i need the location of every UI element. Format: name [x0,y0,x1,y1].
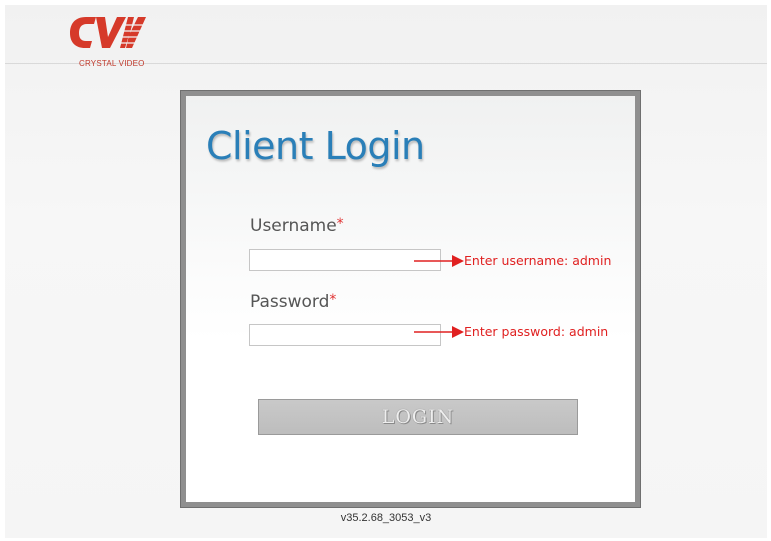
password-input[interactable] [249,324,441,346]
login-panel-frame: Client Login Username* Enter username: a… [180,90,641,508]
login-button[interactable]: LOGIN [258,399,578,435]
password-hint: Enter password: admin [464,324,609,339]
username-input[interactable] [249,249,441,271]
password-label: Password* [250,292,336,312]
username-label-text: Username [250,216,337,236]
header: CRYSTAL VIDEO [5,5,767,68]
logo-caption: CRYSTAL VIDEO [79,59,145,68]
login-panel: Client Login Username* Enter username: a… [186,96,635,502]
password-arrow-icon [414,326,464,338]
version-label: v35.2.68_3053_v3 [340,512,432,524]
password-label-text: Password [250,292,330,312]
cvw-logo-icon [70,17,146,48]
page: CRYSTAL VIDEO Client Login Username* Ent… [5,5,767,538]
username-label: Username* [250,216,344,236]
required-mark: * [329,292,337,308]
brand-logo: CRYSTAL VIDEO [68,13,168,68]
username-hint: Enter username: admin [464,253,612,268]
username-arrow-icon [414,255,464,267]
required-mark: * [336,216,344,232]
page-title: Client Login [206,124,425,168]
